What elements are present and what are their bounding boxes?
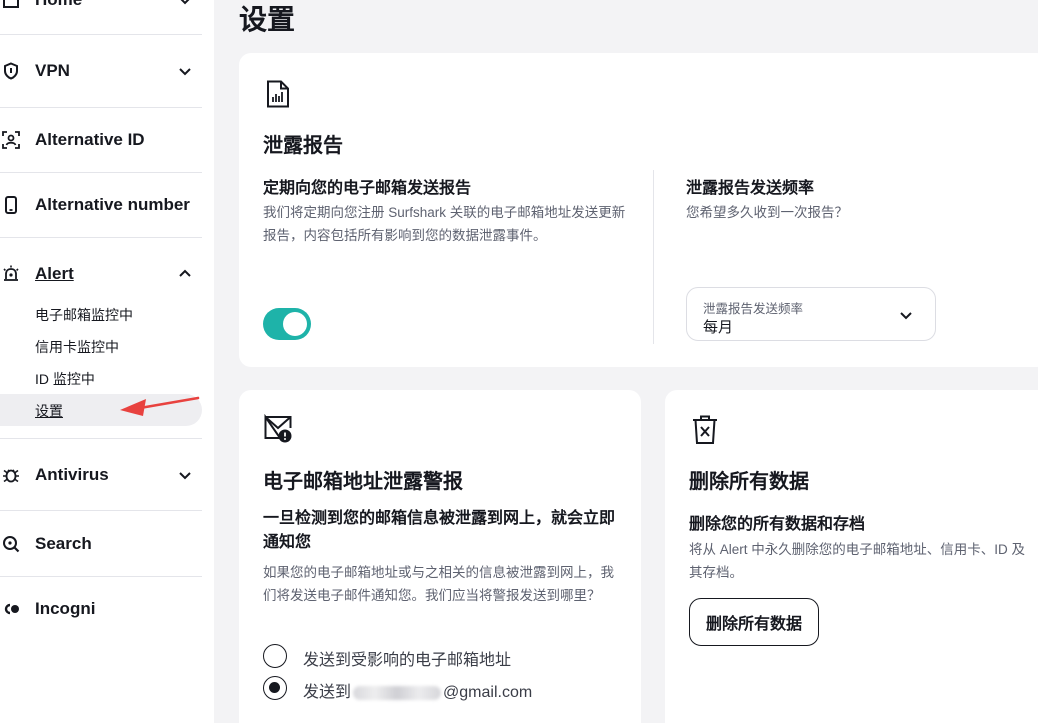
divider: [0, 438, 202, 439]
sidebar-subitem-id-monitoring[interactable]: ID 监控中: [35, 369, 95, 389]
sidebar-item-search[interactable]: Search: [0, 532, 202, 556]
alternative-id-icon: [2, 131, 20, 149]
mail-alert-icon: [264, 414, 294, 444]
sidebar-item-label: Alternative ID: [35, 130, 145, 149]
report-frequency-title: 泄露报告发送频率: [686, 180, 815, 197]
sidebar-item-vpn[interactable]: VPN: [0, 59, 202, 83]
chevron-up-icon: [176, 265, 194, 283]
divider: [0, 172, 202, 173]
email-alert-card: [239, 390, 641, 723]
sidebar-subitem-email-monitoring[interactable]: 电子邮箱监控中: [35, 305, 133, 325]
annotation-arrow-icon: [120, 396, 200, 416]
radio-label: 发送到受影响的电子邮箱地址: [303, 652, 512, 669]
email-alert-title: 电子邮箱地址泄露警报: [263, 471, 463, 493]
divider: [653, 170, 654, 344]
periodic-report-title: 定期向您的电子邮箱发送报告: [263, 180, 472, 197]
sidebar-item-alert[interactable]: Alert: [0, 262, 202, 286]
select-label: 泄露报告发送频率: [703, 302, 804, 316]
redacted-email-blur: [353, 685, 442, 700]
sidebar-item-label: Alert: [35, 264, 74, 283]
sidebar-item-label: Antivirus: [35, 465, 109, 484]
radio-label: 发送到 @gmail.com: [303, 678, 532, 702]
phone-icon: [2, 196, 20, 214]
sidebar: Home VPN Alternative ID Alternative numb…: [0, 0, 214, 723]
sidebar-item-label: Incogni: [35, 599, 96, 618]
report-frequency-select[interactable]: 泄露报告发送频率 每月: [686, 287, 936, 341]
sidebar-subitem-settings[interactable]: 设置: [35, 401, 63, 421]
divider: [0, 576, 202, 577]
trash-icon: [692, 415, 718, 445]
sidebar-item-home[interactable]: Home: [0, 0, 202, 12]
home-icon: [2, 0, 20, 9]
leak-report-title: 泄露报告: [263, 135, 343, 157]
divider: [0, 34, 202, 35]
divider: [0, 107, 202, 108]
delete-data-subtitle: 删除您的所有数据和存档: [689, 516, 866, 533]
incogni-icon: [2, 600, 20, 618]
toggle-knob: [283, 312, 307, 336]
sidebar-item-antivirus[interactable]: Antivirus: [0, 463, 202, 487]
email-alert-desc: 如果您的电子邮箱地址或与之相关的信息被泄露到网上，我们将发送电子邮件通知您。我们…: [263, 565, 614, 603]
select-value: 每月: [703, 319, 734, 336]
chevron-down-icon: [176, 466, 194, 484]
sidebar-item-label: Home: [35, 0, 82, 10]
periodic-report-desc: 我们将定期向您注册 Surfshark 关联的电子邮箱地址发送更新报告，内容包括…: [263, 205, 626, 243]
sidebar-subitem-credit-card-monitoring[interactable]: 信用卡监控中: [35, 337, 119, 357]
alert-bell-icon: [2, 265, 20, 283]
search-icon: [2, 535, 20, 553]
email-alert-subtitle: 一旦检测到您的邮箱信息被泄露到网上，就会立即通知您: [263, 510, 616, 551]
chevron-down-icon: [897, 306, 915, 324]
divider: [0, 237, 202, 238]
radio-label-prefix: 发送到: [303, 684, 352, 701]
radio-custom-email[interactable]: 发送到 @gmail.com: [263, 676, 532, 701]
report-frequency-desc: 您希望多久收到一次报告？: [686, 205, 848, 220]
sidebar-item-alternative-number[interactable]: Alternative number: [0, 193, 202, 217]
bug-icon: [2, 466, 20, 484]
sidebar-item-label: VPN: [35, 61, 70, 80]
shield-icon: [2, 62, 20, 80]
page-title: 设置: [239, 4, 296, 35]
radio-button[interactable]: [263, 644, 287, 668]
delete-data-desc: 将从 Alert 中永久删除您的电子邮箱地址、信用卡、ID 及其存档。: [689, 542, 1026, 580]
radio-affected-email[interactable]: 发送到受影响的电子邮箱地址: [263, 644, 511, 669]
chevron-down-icon: [176, 0, 194, 9]
sidebar-item-alternative-id[interactable]: Alternative ID: [0, 128, 202, 152]
delete-all-data-button[interactable]: 删除所有数据: [689, 598, 819, 646]
radio-label-suffix: @gmail.com: [443, 684, 533, 701]
chevron-down-icon: [176, 62, 194, 80]
periodic-report-toggle[interactable]: [263, 308, 311, 340]
delete-data-title: 删除所有数据: [689, 471, 809, 493]
sidebar-item-label: Search: [35, 534, 92, 553]
sidebar-item-incogni[interactable]: Incogni: [0, 597, 202, 621]
divider: [0, 510, 202, 511]
report-document-icon: [266, 80, 290, 108]
sidebar-item-label: Alternative number: [35, 195, 190, 214]
radio-button[interactable]: [263, 676, 287, 700]
